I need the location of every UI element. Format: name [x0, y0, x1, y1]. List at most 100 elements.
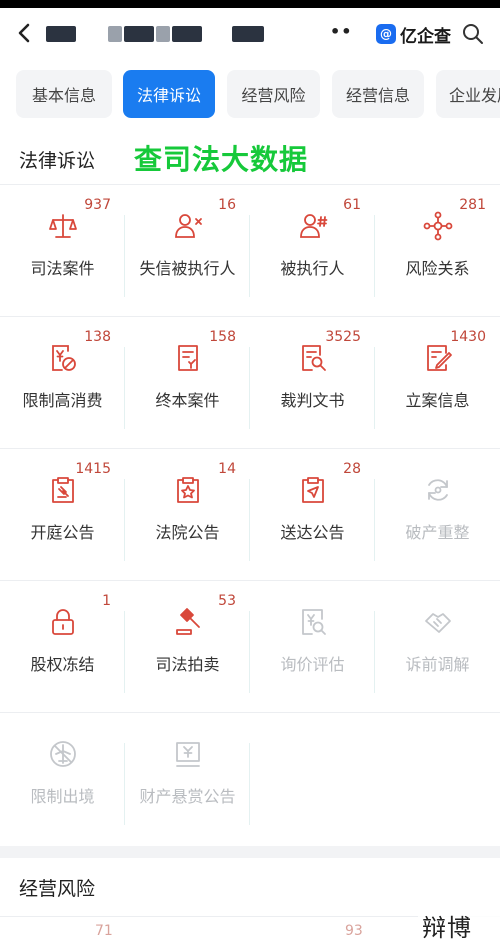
item-count: 281 [459, 197, 486, 213]
grid-item-bankruptcy[interactable]: 破产重整 [375, 449, 500, 580]
brand-badge-icon: @ [376, 24, 396, 44]
promo-banner[interactable]: 查司法大数据 [134, 138, 308, 178]
grid-item-price-inquiry[interactable]: 询价评估 [250, 581, 375, 712]
legal-grid: 937 司法案件 16 失信被执行人 61 被执行人 281 风险关系 138 … [0, 184, 500, 844]
item-label: 限制高消费 [22, 391, 103, 410]
redacted-title-block [156, 26, 170, 42]
clipboard-gavel-icon [52, 477, 74, 503]
grid-item-judgment-docs[interactable]: 3525 裁判文书 [250, 317, 375, 448]
watermark: 辩博网 [418, 906, 500, 944]
legal-section-header: 法律诉讼 查司法大数据 [0, 130, 500, 186]
yen-ban-icon [52, 345, 76, 371]
grid-item-judicial-auction[interactable]: 53 司法拍卖 [125, 581, 250, 712]
grid-row: 138 限制高消费 158 终本案件 3525 裁判文书 1430 立案信息 [0, 316, 500, 448]
brand-logo: @ 亿企查 [376, 23, 451, 47]
grid-item-filing-info[interactable]: 1430 立案信息 [375, 317, 500, 448]
item-label: 司法案件 [30, 259, 95, 278]
handshake-icon [425, 613, 451, 633]
grid-row: 1415 开庭公告 14 法院公告 28 送达公告 破产重整 [0, 448, 500, 580]
clipboard-star-icon [177, 477, 199, 503]
section-divider [0, 846, 500, 858]
grid-item-risk-relations[interactable]: 281 风险关系 [375, 185, 500, 316]
item-label: 财产悬赏公告 [139, 787, 236, 806]
item-count: 1415 [75, 461, 111, 477]
item-label: 立案信息 [405, 391, 470, 410]
grid-item-service-notice[interactable]: 28 送达公告 [250, 449, 375, 580]
item-count: 61 [343, 197, 361, 213]
yen-board-icon [176, 742, 200, 767]
item-label: 送达公告 [280, 523, 345, 542]
item-label: 失信被执行人 [139, 259, 236, 278]
tab-business-risk[interactable]: 经营风险 [227, 70, 320, 118]
section-title: 法律诉讼 [19, 150, 96, 172]
item-count: 14 [218, 461, 236, 477]
person-hash-icon [300, 214, 328, 238]
grid-item-dishonest-debtor[interactable]: 16 失信被执行人 [125, 185, 250, 316]
redacted-title-block [232, 26, 264, 42]
item-count: 158 [209, 329, 236, 345]
tab-development[interactable]: 企业发展 [436, 70, 500, 118]
lock-icon [52, 609, 74, 635]
grid-item-consumption-limit[interactable]: 138 限制高消费 [0, 317, 125, 448]
more-dots[interactable]: •• [330, 22, 352, 41]
scales-icon [49, 214, 77, 238]
grid-item-property-reward[interactable]: 财产悬赏公告 [125, 713, 250, 844]
item-count: 16 [218, 197, 236, 213]
item-label: 限制出境 [30, 787, 95, 806]
item-label: 司法拍卖 [155, 655, 220, 674]
item-count: 1 [102, 593, 111, 609]
search-icon[interactable] [461, 22, 485, 46]
tab-business-info[interactable]: 经营信息 [332, 70, 424, 118]
item-label: 诉前调解 [405, 655, 470, 674]
document-edit-icon [427, 345, 452, 371]
plane-ban-icon [50, 741, 76, 767]
grid-item-court-notice[interactable]: 14 法院公告 [125, 449, 250, 580]
grid-item-final-cases[interactable]: 158 终本案件 [125, 317, 250, 448]
grid-row: 限制出境 财产悬赏公告 [0, 712, 500, 844]
item-label: 终本案件 [155, 391, 220, 410]
grid-item-pre-litigation-mediation[interactable]: 诉前调解 [375, 581, 500, 712]
grid-item-judicial-cases[interactable]: 937 司法案件 [0, 185, 125, 316]
item-count: 3525 [325, 329, 361, 345]
item-label: 开庭公告 [30, 523, 95, 542]
item-count: 28 [343, 461, 361, 477]
tab-basic-info[interactable]: 基本信息 [16, 70, 112, 118]
grid-item-exit-restriction[interactable]: 限制出境 [0, 713, 125, 844]
item-label: 法院公告 [155, 523, 220, 542]
top-bar: •• @ 亿企查 [0, 8, 500, 62]
item-count: 1430 [450, 329, 486, 345]
tab-legal[interactable]: 法律诉讼 [123, 70, 215, 118]
item-label: 裁判文书 [280, 391, 345, 410]
refresh-icon [428, 479, 448, 501]
document-end-icon [178, 345, 198, 371]
item-count: 93 [345, 923, 363, 939]
redacted-title-block [46, 26, 76, 42]
yen-search-icon [302, 609, 326, 635]
item-label: 股权冻结 [30, 655, 95, 674]
document-search-icon [302, 345, 326, 371]
item-label: 被执行人 [280, 259, 345, 278]
clipboard-send-icon [302, 477, 324, 503]
grid-row: 1 股权冻结 53 司法拍卖 询价评估 诉前调解 [0, 580, 500, 712]
item-count: 53 [218, 593, 236, 609]
item-count: 937 [84, 197, 111, 213]
divider [249, 743, 250, 825]
redacted-title-block [124, 26, 154, 42]
grid-row: 937 司法案件 16 失信被执行人 61 被执行人 281 风险关系 [0, 184, 500, 316]
brand-name: 亿企查 [400, 26, 451, 47]
section-title: 经营风险 [19, 878, 96, 900]
network-icon [423, 211, 453, 241]
gavel-icon [176, 608, 200, 635]
grid-item-judgment-debtor[interactable]: 61 被执行人 [250, 185, 375, 316]
item-count: 138 [84, 329, 111, 345]
redacted-title-block [172, 26, 202, 42]
item-label: 风险关系 [405, 259, 470, 278]
grid-item-equity-freeze[interactable]: 1 股权冻结 [0, 581, 125, 712]
status-bar [0, 0, 500, 8]
category-tabs: 基本信息 法律诉讼 经营风险 经营信息 企业发展 [0, 70, 500, 120]
item-count: 71 [95, 923, 113, 939]
person-x-icon [175, 214, 202, 238]
item-label: 破产重整 [405, 523, 470, 542]
back-icon[interactable] [12, 20, 38, 46]
grid-item-hearing-notice[interactable]: 1415 开庭公告 [0, 449, 125, 580]
